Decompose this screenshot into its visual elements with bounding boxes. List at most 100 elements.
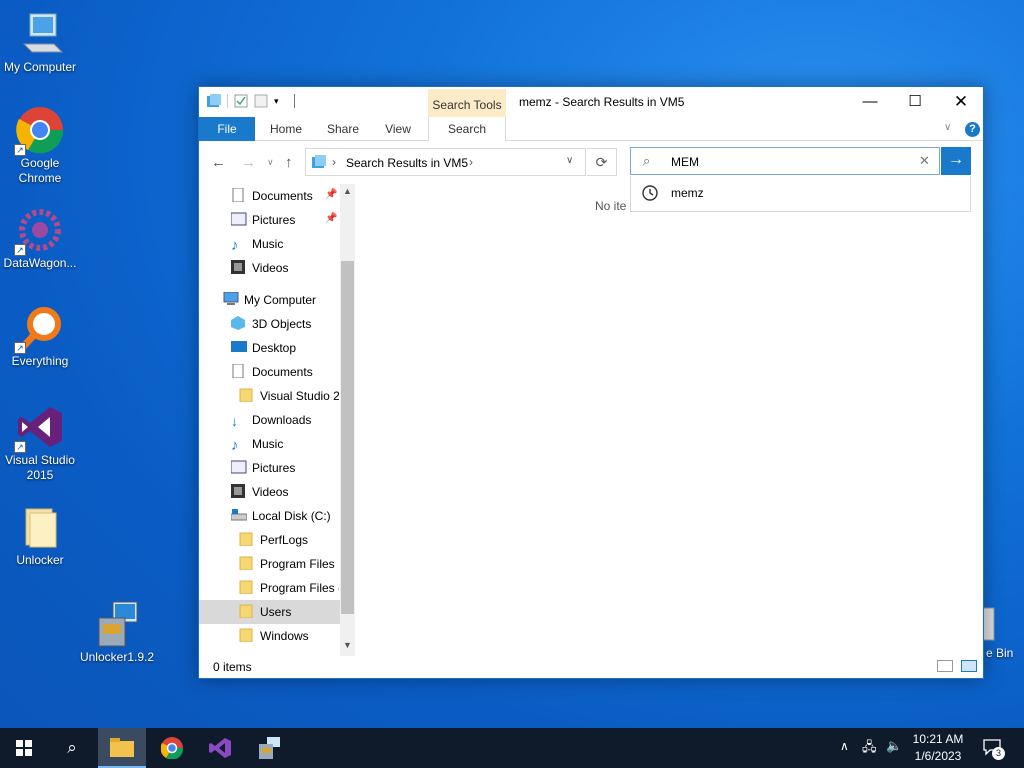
computer-icon (16, 10, 64, 58)
nav-item-program-files[interactable]: Program Files (239, 552, 335, 576)
navigation-scrollbar[interactable]: ▲ ▼ (340, 184, 355, 656)
nav-item-videos[interactable]: Videos (231, 256, 288, 280)
nav-item-music[interactable]: ♪ Music (231, 232, 283, 256)
up-arrow-icon[interactable]: ↑ (285, 154, 293, 171)
nav-item-downloads[interactable]: ↓ Downloads (231, 408, 311, 432)
desktop-icon-visual-studio[interactable]: ↗ Visual Studio 2015 (0, 403, 80, 483)
breadcrumb-chevron-icon[interactable]: › (469, 155, 473, 169)
desktop-icon-datawagon[interactable]: ↗ DataWagon... (0, 206, 80, 271)
desktop-icon-label: Unlocker1.9.2 (79, 650, 155, 664)
folder-icon (239, 554, 255, 571)
search-suggestion-item[interactable]: memz (671, 186, 704, 200)
folder-icon (239, 386, 255, 403)
download-arrow-icon: ↓ (231, 413, 238, 429)
tab-share[interactable]: Share (319, 117, 367, 141)
nav-item-local-disk[interactable]: Local Disk (C:) (231, 504, 331, 528)
desktop-icon-label: Everything (11, 354, 69, 368)
pin-icon[interactable]: 📌 (325, 189, 337, 200)
nav-item-music-pc[interactable]: ♪ Music (231, 432, 283, 456)
chrome-icon: ↗ (14, 106, 64, 156)
nav-item-pictures-pc[interactable]: Pictures (231, 456, 295, 480)
new-folder-icon[interactable] (254, 94, 268, 108)
maximize-button[interactable]: ☐ (892, 87, 938, 117)
scroll-down-icon[interactable]: ▼ (343, 640, 352, 650)
clear-search-icon[interactable]: ✕ (919, 153, 930, 169)
3d-objects-icon (231, 314, 247, 330)
search-go-button[interactable]: → (941, 147, 971, 175)
customize-qat-icon[interactable]: ▾ (274, 94, 288, 108)
recent-locations-icon[interactable]: ∨ (267, 157, 274, 168)
nav-item-3d-objects[interactable]: 3D Objects (231, 312, 311, 336)
tab-search[interactable]: Search (428, 117, 506, 141)
nav-item-videos-pc[interactable]: Videos (231, 480, 288, 504)
desktop-icon-my-computer[interactable]: My Computer (0, 10, 80, 75)
nav-item-my-computer[interactable]: My Computer (223, 288, 316, 312)
explorer-window[interactable]: ▾ Search Tools memz - Search Results in … (198, 86, 984, 679)
scroll-up-icon[interactable]: ▲ (343, 186, 352, 196)
nav-item-pictures[interactable]: Pictures (231, 208, 295, 232)
pin-icon[interactable]: 📌 (325, 213, 337, 224)
desktop-icon-unlocker[interactable]: Unlocker (0, 503, 80, 568)
search-tools-context-tab: Search Tools (428, 89, 506, 117)
history-icon (641, 184, 659, 202)
shortcut-arrow-icon: ↗ (14, 244, 26, 256)
properties-icon[interactable] (234, 94, 248, 108)
volume-icon[interactable]: 🔈 (886, 738, 902, 754)
show-hidden-icons-icon[interactable]: ∧ (840, 739, 849, 753)
search-input[interactable] (671, 153, 901, 170)
shortcut-arrow-icon: ↗ (14, 342, 26, 354)
nav-item-users[interactable]: Users (239, 600, 291, 624)
desktop-icon-unlocker-installer[interactable]: Unlocker1.9.2 (77, 600, 157, 665)
breadcrumb-chevron-icon[interactable]: › (332, 155, 336, 169)
details-view-icon[interactable] (937, 660, 953, 672)
close-button[interactable]: ✕ (938, 87, 984, 117)
nav-item-program-files-x86[interactable]: Program Files ( (239, 576, 339, 600)
minimize-button[interactable]: — (847, 87, 893, 117)
breadcrumb[interactable]: Search Results in VM5 (346, 156, 468, 170)
pictures-icon (231, 458, 247, 474)
desktop-icon-label: Google Chrome (18, 156, 62, 185)
folder-icon (239, 602, 255, 619)
installer-icon (93, 600, 141, 648)
explorer-icon (207, 94, 221, 108)
visual-studio-icon: ↗ (14, 403, 64, 453)
scrollbar-thumb[interactable] (341, 261, 354, 614)
tab-home[interactable]: Home (261, 117, 311, 141)
tab-view[interactable]: View (375, 117, 421, 141)
address-bar[interactable]: › Search Results in VM5 › ∨ (305, 148, 586, 176)
status-item-count: 0 items (213, 660, 252, 674)
search-icon[interactable]: ⌕ (48, 728, 96, 768)
search-box[interactable]: ⌕ ✕ (630, 147, 940, 175)
search-icon: ⌕ (643, 153, 651, 168)
nav-item-documents[interactable]: Documents (231, 184, 313, 208)
nav-item-visual-studio[interactable]: Visual Studio 2( (239, 384, 339, 408)
nav-item-perflogs[interactable]: PerfLogs (239, 528, 308, 552)
chrome-taskbar-icon[interactable] (148, 728, 196, 768)
clock[interactable]: 10:21 AM 1/6/2023 (902, 731, 974, 765)
folder-icon (16, 503, 64, 551)
expand-ribbon-icon[interactable]: ∨ (944, 122, 951, 133)
refresh-button[interactable]: ⟳ (587, 148, 617, 176)
quick-access-toolbar: ▾ (207, 94, 295, 108)
help-icon[interactable]: ? (965, 122, 980, 137)
desktop-icon-label: My Computer (3, 60, 77, 74)
unlocker-taskbar-icon[interactable] (245, 728, 293, 768)
music-icon: ♪ (231, 237, 239, 254)
nav-item-documents-pc[interactable]: Documents (231, 360, 313, 384)
desktop-icon-everything[interactable]: ↗ Everything (0, 304, 80, 369)
tab-file[interactable]: File (199, 117, 255, 141)
notification-center-icon[interactable]: 3 (982, 737, 1005, 760)
network-icon[interactable]: 🖧 (862, 738, 877, 760)
shortcut-arrow-icon: ↗ (14, 441, 26, 453)
back-arrow-icon[interactable]: ← (211, 154, 226, 171)
windows-start-icon[interactable] (0, 728, 48, 768)
visual-studio-taskbar-icon[interactable] (196, 728, 244, 768)
large-icons-view-icon[interactable] (961, 660, 977, 672)
nav-item-windows[interactable]: Windows (239, 624, 309, 648)
desktop-icon-google-chrome[interactable]: ↗ Google Chrome (0, 106, 80, 186)
file-explorer-taskbar-icon[interactable] (98, 728, 146, 768)
title-bar[interactable]: ▾ Search Tools memz - Search Results in … (199, 87, 983, 117)
forward-arrow-icon[interactable]: → (241, 154, 256, 171)
address-dropdown-icon[interactable]: ∨ (566, 155, 573, 166)
nav-item-desktop[interactable]: Desktop (231, 336, 296, 360)
